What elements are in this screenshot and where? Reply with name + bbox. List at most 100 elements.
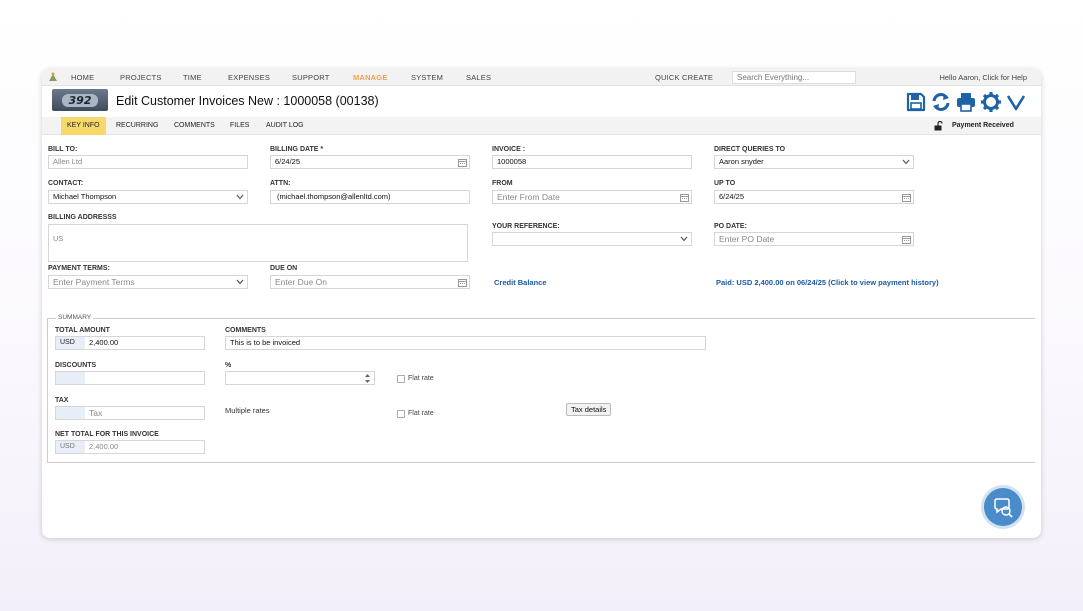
- stepper-arrows-icon[interactable]: [364, 373, 371, 384]
- tab-recurring[interactable]: RECURRING: [110, 117, 164, 135]
- po-date-field[interactable]: Enter PO Date: [714, 232, 914, 246]
- payment-status-label: Payment Received: [952, 122, 1014, 129]
- save-icon[interactable]: [905, 91, 927, 113]
- comments-field[interactable]: This is to be invoiced: [225, 336, 706, 350]
- percent-label: %: [225, 362, 232, 369]
- nav-manage[interactable]: MANAGE: [353, 73, 388, 82]
- tax-prefix: [56, 407, 85, 419]
- invoice-label: INVOICE :: [492, 146, 526, 153]
- chat-bubble-icon: [994, 498, 1013, 518]
- from-date-placeholder: Enter From Date: [497, 192, 560, 202]
- net-total-currency: USD: [56, 441, 85, 453]
- flat-rate-checkbox-2[interactable]: [397, 410, 405, 418]
- net-total-field: USD 2,400.00: [55, 440, 205, 454]
- multiple-rates-label: Multiple rates: [225, 406, 270, 415]
- tab-files[interactable]: FILES: [224, 117, 255, 135]
- nav-home[interactable]: HOME: [71, 73, 94, 82]
- refresh-icon[interactable]: [930, 91, 952, 113]
- print-icon[interactable]: [955, 91, 977, 113]
- record-badge-logo: 392: [52, 89, 108, 111]
- contact-select[interactable]: Michael Thompson: [48, 190, 248, 204]
- up-to-date-field[interactable]: 6/24/25: [714, 190, 914, 204]
- payment-terms-select[interactable]: Enter Payment Terms: [48, 275, 248, 289]
- chat-assistant-button[interactable]: [984, 488, 1022, 526]
- summary-legend: SUMMARY: [56, 314, 94, 321]
- nav-expenses[interactable]: EXPENSES: [228, 73, 270, 82]
- payment-terms-label: PAYMENT TERMS:: [48, 265, 110, 272]
- settings-icon[interactable]: [980, 91, 1002, 113]
- direct-queries-select[interactable]: Aaron snyder: [714, 155, 914, 169]
- tax-placeholder: Tax: [89, 408, 103, 418]
- chevron-down-icon: [236, 279, 244, 285]
- nav-sales[interactable]: SALES: [466, 73, 491, 82]
- chevron-down-icon: [902, 159, 910, 165]
- discounts-field[interactable]: [55, 371, 205, 385]
- nav-time[interactable]: TIME: [183, 73, 202, 82]
- payment-history-link[interactable]: Paid: USD 2,400.00 on 06/24/25 (Click to…: [716, 278, 939, 287]
- tab-key-info[interactable]: KEY INFO: [61, 117, 106, 135]
- record-tabs: KEY INFO RECURRING COMMENTS FILES AUDIT …: [42, 117, 1041, 135]
- chevron-down-icon: [680, 236, 688, 242]
- tax-label: TAX: [55, 397, 69, 404]
- from-label: FROM: [492, 180, 513, 187]
- quick-create-menu[interactable]: QUICK CREATE: [655, 73, 713, 82]
- attn-field[interactable]: (michael.thompson@allenltd.com): [270, 190, 470, 204]
- discount-prefix: [56, 372, 85, 384]
- credit-balance-link[interactable]: Credit Balance: [494, 278, 547, 287]
- up-to-label: UP TO: [714, 180, 736, 187]
- global-search-input[interactable]: [732, 71, 856, 84]
- due-on-field[interactable]: Enter Due On: [270, 275, 470, 289]
- tab-comments[interactable]: COMMENTS: [168, 117, 221, 135]
- tax-field[interactable]: Tax: [55, 406, 205, 420]
- bill-to-field[interactable]: Allen Ltd: [48, 155, 248, 169]
- unlock-icon[interactable]: [934, 121, 943, 131]
- nav-system[interactable]: SYSTEM: [411, 73, 443, 82]
- due-on-placeholder: Enter Due On: [275, 277, 327, 287]
- calendar-icon[interactable]: [902, 235, 911, 244]
- nav-support[interactable]: SUPPORT: [292, 73, 330, 82]
- app-logo-icon[interactable]: [47, 71, 59, 83]
- tax-details-button[interactable]: Tax details: [566, 403, 612, 416]
- total-amount-label: TOTAL AMOUNT: [55, 327, 110, 334]
- flat-rate-label-2: Flat rate: [408, 410, 434, 417]
- bill-to-label: BILL TO:: [48, 146, 78, 153]
- billing-date-field[interactable]: 6/24/25: [270, 155, 470, 169]
- calendar-icon[interactable]: [458, 158, 467, 167]
- contact-label: CONTACT:: [48, 180, 84, 187]
- direct-queries-label: DIRECT QUERIES TO: [714, 146, 786, 153]
- net-total-label: NET TOTAL FOR THIS INVOICE: [55, 431, 159, 438]
- po-date-placeholder: Enter PO Date: [719, 234, 775, 244]
- your-reference-label: YOUR REFERENCE:: [492, 223, 560, 230]
- billing-date-label: BILLING DATE *: [270, 146, 324, 153]
- discounts-label: DISCOUNTS: [55, 362, 97, 369]
- page-title: Edit Customer Invoices New : 1000058 (00…: [116, 94, 379, 108]
- tab-audit-log[interactable]: AUDIT LOG: [260, 117, 310, 135]
- help-greeting-link[interactable]: Hello Aaron, Click for Help: [939, 73, 1027, 82]
- from-date-field[interactable]: Enter From Date: [492, 190, 692, 204]
- payment-terms-placeholder: Enter Payment Terms: [53, 277, 135, 287]
- invoice-number-field[interactable]: 1000058: [492, 155, 692, 169]
- app-window: HOME PROJECTS TIME EXPENSES SUPPORT MANA…: [42, 69, 1041, 538]
- your-reference-select[interactable]: [492, 232, 692, 246]
- due-on-label: DUE ON: [270, 265, 298, 272]
- calendar-icon[interactable]: [458, 278, 467, 287]
- calendar-icon[interactable]: [902, 193, 911, 202]
- flat-rate-label-1: Flat rate: [408, 375, 434, 382]
- attn-label: ATTN:: [270, 180, 291, 187]
- page-header: 392 Edit Customer Invoices New : 1000058…: [42, 86, 1041, 116]
- currency-code: USD: [56, 337, 85, 349]
- calendar-icon[interactable]: [680, 193, 689, 202]
- percent-input[interactable]: [225, 371, 375, 385]
- po-date-label: PO DATE:: [714, 223, 747, 230]
- flat-rate-checkbox-1[interactable]: [397, 375, 405, 383]
- up-to-date-value: 6/24/25: [719, 192, 745, 201]
- contact-value: Michael Thompson: [53, 192, 117, 201]
- chevron-down-icon[interactable]: [1005, 91, 1027, 113]
- total-amount-field[interactable]: USD 2,400.00: [55, 336, 205, 350]
- comments-label: COMMENTS: [225, 327, 266, 334]
- total-amount-value: 2,400.00: [89, 338, 119, 347]
- nav-projects[interactable]: PROJECTS: [120, 73, 162, 82]
- top-navigation: HOME PROJECTS TIME EXPENSES SUPPORT MANA…: [42, 69, 1041, 86]
- chevron-down-icon: [236, 194, 244, 200]
- billing-address-textarea[interactable]: US: [48, 224, 468, 262]
